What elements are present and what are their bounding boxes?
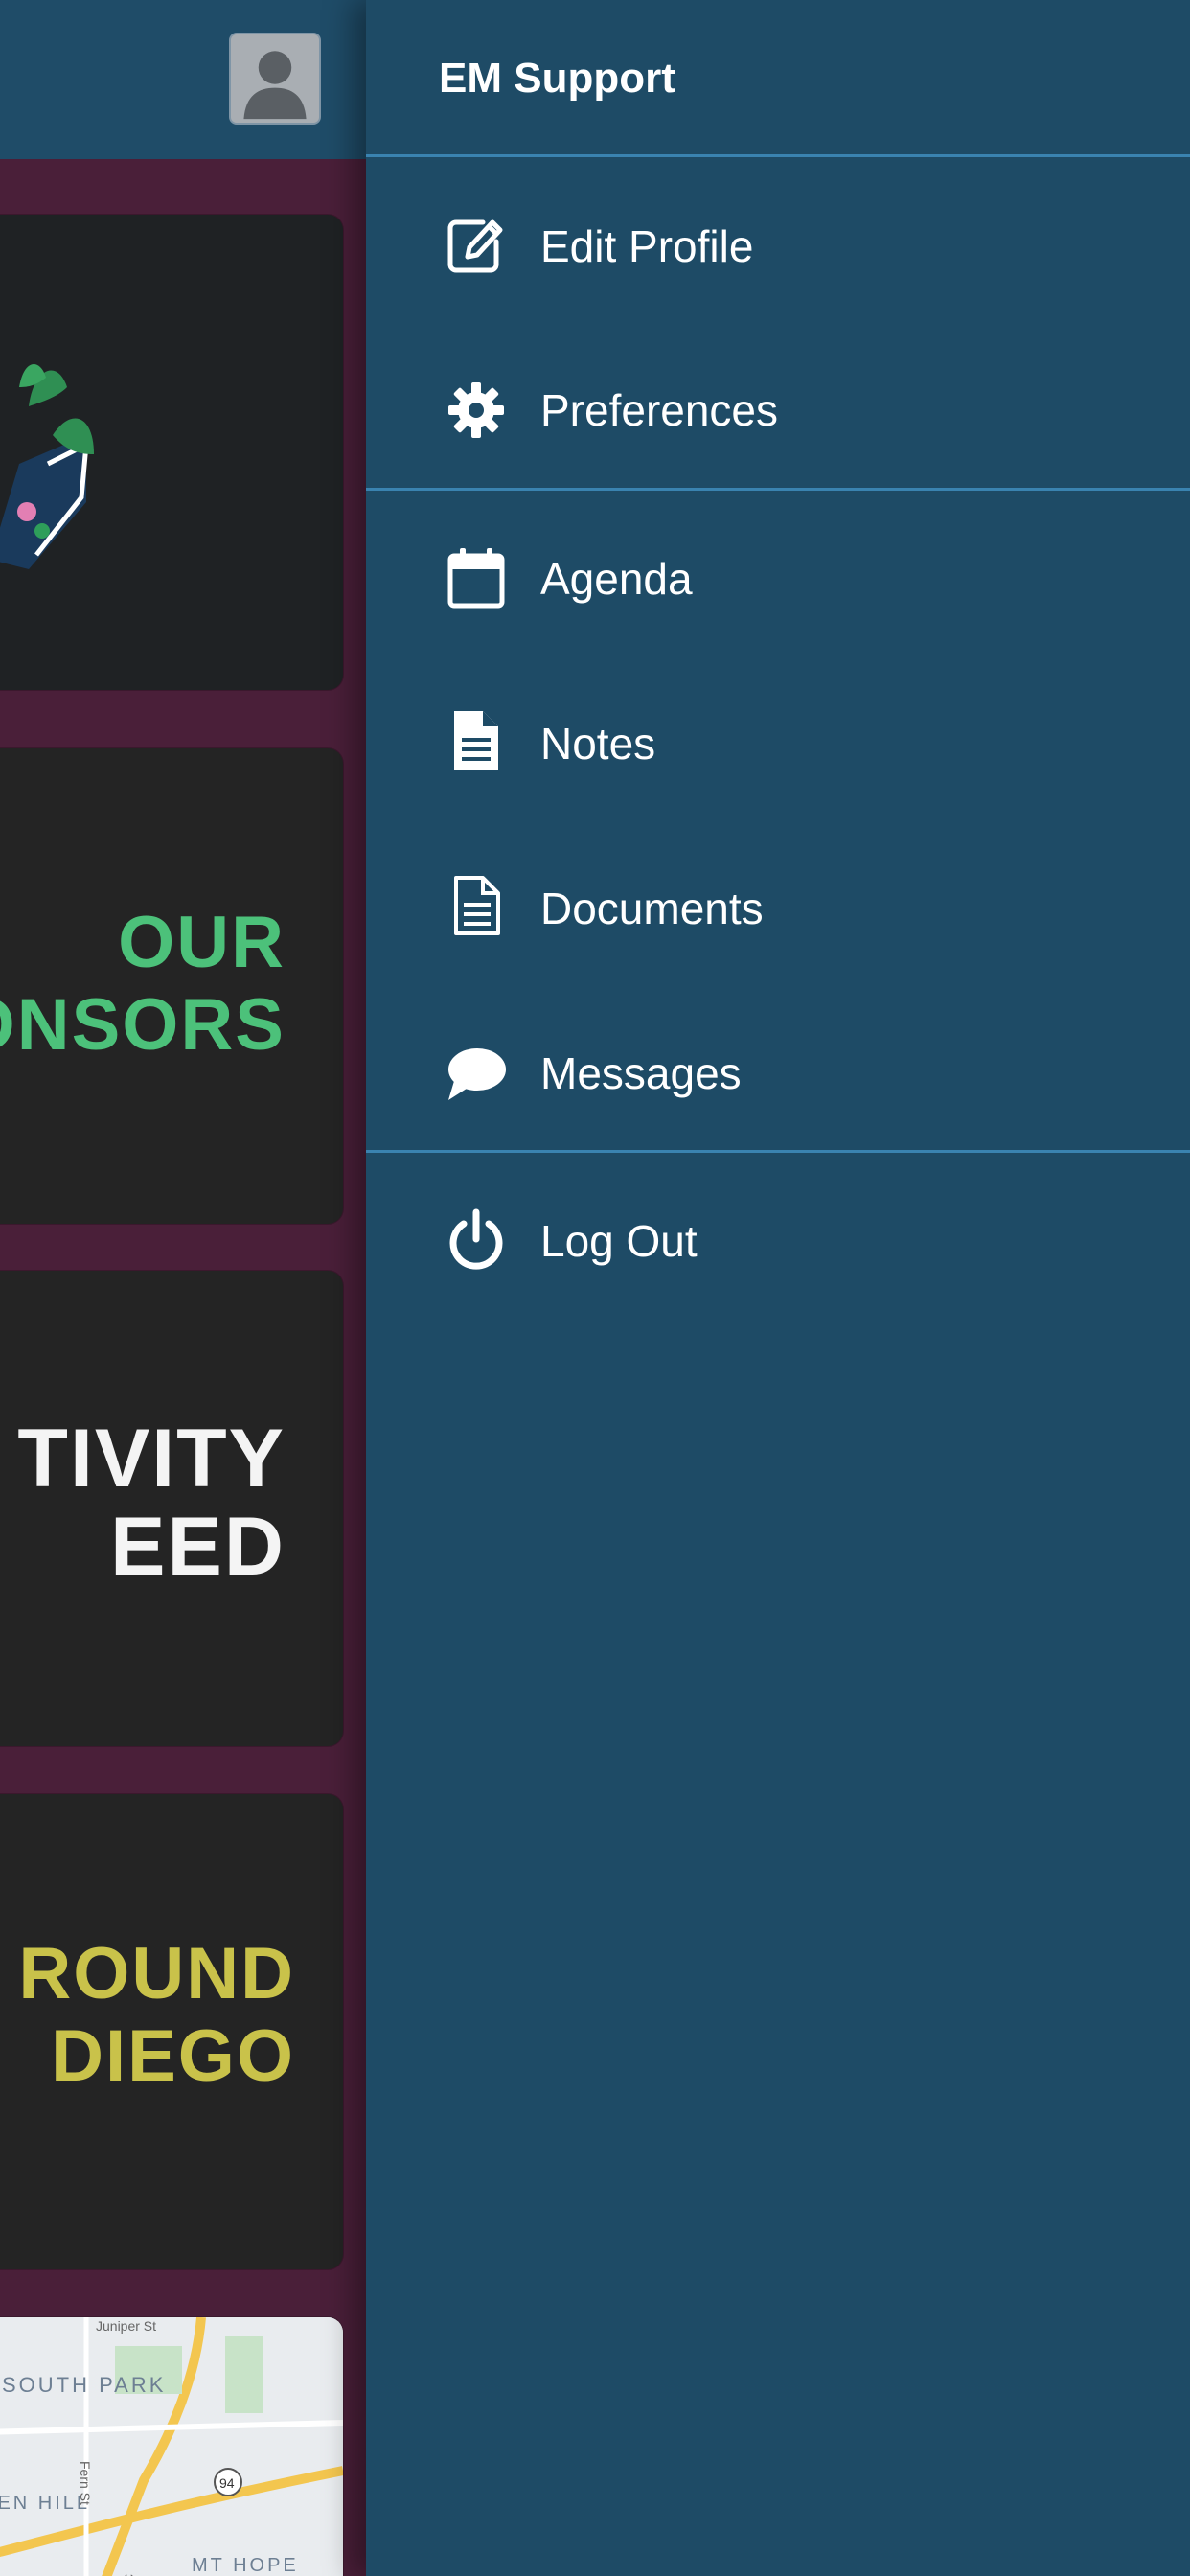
map-label: DEN HILL <box>0 2493 90 2514</box>
menu-item-log-out[interactable]: Log Out <box>366 1174 1190 1308</box>
edit-icon <box>445 213 508 276</box>
document-icon <box>445 874 508 937</box>
drawer-header: EM Support <box>366 0 1190 157</box>
background-app: OUR ONSORS TIVITY EED ROUND DIEGO Junipe… <box>0 0 366 2576</box>
calendar-icon <box>445 546 508 610</box>
map-image: Juniper St SOUTH PARK Fern St ge DEN HIL… <box>0 2317 343 2576</box>
tile-text-line: TIVITY <box>17 1413 286 1505</box>
avatar-icon <box>231 34 319 123</box>
menu-item-label: Agenda <box>540 554 693 604</box>
tile-text-line: OUR <box>118 902 286 983</box>
drawer-title: EM Support <box>439 55 675 102</box>
profile-avatar-button[interactable] <box>229 33 321 125</box>
power-icon <box>445 1208 508 1272</box>
tile-sponsors[interactable]: OUR ONSORS <box>0 748 343 1224</box>
chat-bubble-icon <box>445 1043 508 1106</box>
menu-item-label: Documents <box>540 884 764 933</box>
menu-item-label: Notes <box>540 719 656 769</box>
tile-sponsors-text: OUR ONSORS <box>0 902 286 1067</box>
note-icon <box>445 709 508 772</box>
tile-activity-text: TIVITY EED <box>17 1414 286 1591</box>
menu-divider <box>366 1150 1190 1153</box>
side-drawer: EM Support Edit Profile Preferences Agen… <box>366 0 1190 2576</box>
menu-item-preferences[interactable]: Preferences <box>366 343 1190 477</box>
menu-item-label: Edit Profile <box>540 221 754 271</box>
menu-divider <box>366 488 1190 491</box>
menu-item-documents[interactable]: Documents <box>366 841 1190 976</box>
menu-item-notes[interactable]: Notes <box>366 677 1190 811</box>
app-header <box>0 0 366 159</box>
tile-around-text: ROUND DIEGO <box>18 1933 295 2098</box>
map-label: 94 <box>219 2475 235 2491</box>
map-label: SOUTH PARK <box>2 2373 166 2397</box>
map-label: MT HOPE <box>192 2555 299 2576</box>
tile-text-line: ONSORS <box>0 984 286 1066</box>
menu-item-edit-profile[interactable]: Edit Profile <box>366 179 1190 313</box>
tile-around-san-diego[interactable]: ROUND DIEGO <box>0 1794 343 2269</box>
menu-item-label: Log Out <box>540 1216 698 1266</box>
tile-text-line: ROUND <box>18 1933 295 2014</box>
tile-map[interactable]: Juniper St SOUTH PARK Fern St ge DEN HIL… <box>0 2317 343 2576</box>
gear-icon <box>445 379 508 442</box>
plant-illustration <box>0 364 94 569</box>
menu-item-messages[interactable]: Messages <box>366 1006 1190 1140</box>
tile-art[interactable] <box>0 215 343 690</box>
menu-item-agenda[interactable]: Agenda <box>366 512 1190 646</box>
tile-text-line: EED <box>110 1501 286 1593</box>
menu-item-label: Messages <box>540 1048 742 1098</box>
tile-activity-feed[interactable]: TIVITY EED <box>0 1271 343 1746</box>
map-label: Juniper St <box>96 2318 156 2334</box>
menu-item-label: Preferences <box>540 385 779 435</box>
tile-text-line: DIEGO <box>51 2015 295 2097</box>
